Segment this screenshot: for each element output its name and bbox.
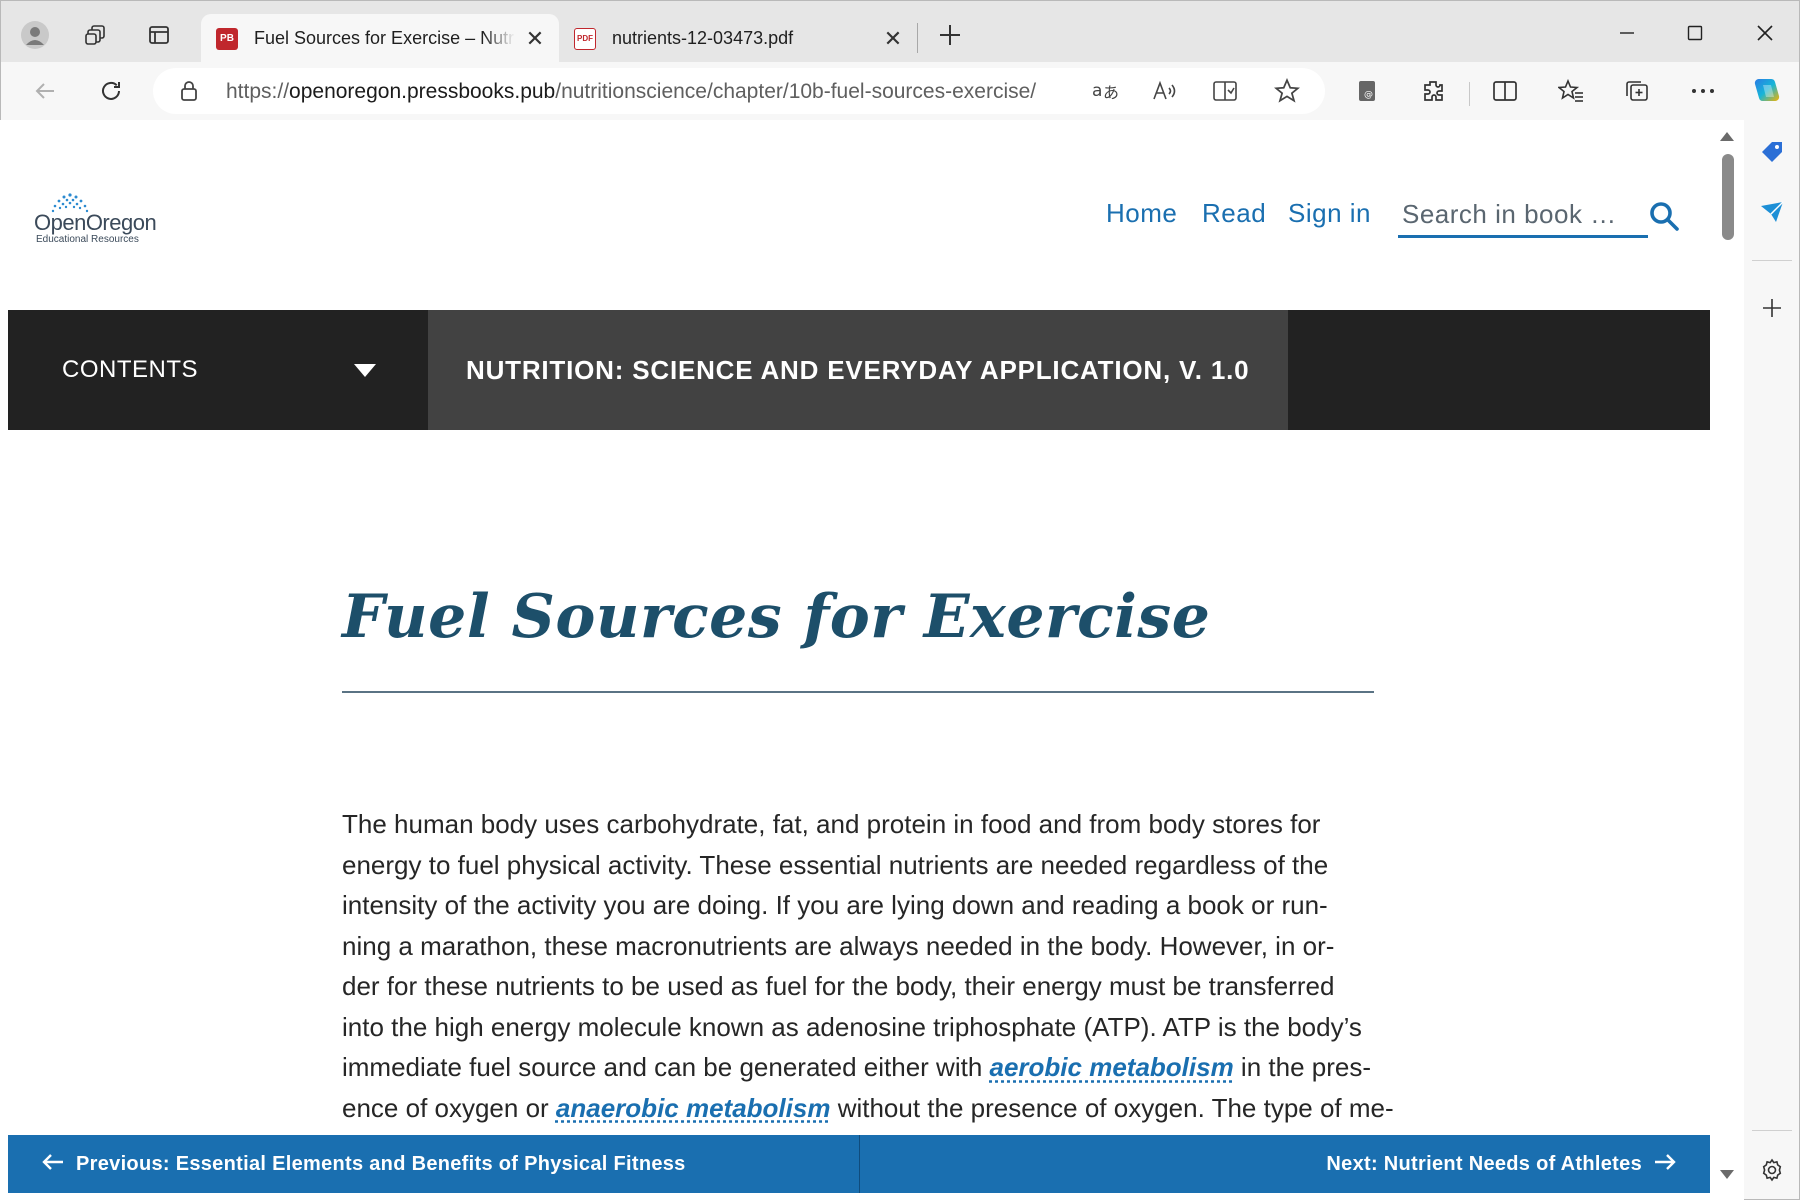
scroll-thumb[interactable] bbox=[1722, 154, 1734, 240]
back-icon[interactable] bbox=[25, 72, 65, 110]
workspaces-icon[interactable] bbox=[79, 18, 113, 52]
favorite-star-icon[interactable] bbox=[1267, 72, 1307, 110]
arrow-right-icon bbox=[1654, 1150, 1676, 1178]
profile-icon[interactable] bbox=[18, 18, 52, 52]
minimize-icon[interactable] bbox=[1597, 15, 1657, 51]
body-line: intensity of the activity you are doing.… bbox=[342, 890, 1328, 920]
vertical-tabs-icon[interactable] bbox=[142, 18, 176, 52]
browser-tab-bar: PB Fuel Sources for Exercise – Nutrition… bbox=[0, 0, 1800, 63]
read-aloud-icon[interactable] bbox=[1145, 72, 1185, 110]
edge-sidebar bbox=[1744, 120, 1800, 1200]
chapter-title: Fuel Sources for Exercise bbox=[342, 582, 1211, 652]
svg-text:a: a bbox=[1092, 81, 1102, 101]
page-viewport: OpenOregon Educational Resources Home Re… bbox=[8, 120, 1710, 1198]
book-title: NUTRITION: SCIENCE AND EVERYDAY APPLICAT… bbox=[466, 354, 1250, 385]
more-menu-icon[interactable] bbox=[1683, 72, 1723, 110]
nav-read-link[interactable]: Read bbox=[1202, 198, 1266, 229]
search-input[interactable] bbox=[1402, 194, 1632, 234]
toolbar-divider bbox=[1469, 82, 1470, 106]
lock-icon[interactable] bbox=[179, 80, 199, 107]
pdf-favicon-icon: PDF bbox=[574, 27, 596, 50]
translate-icon[interactable]: aあ bbox=[1085, 72, 1125, 110]
rail-divider bbox=[1752, 260, 1792, 261]
scroll-up-arrow-icon[interactable] bbox=[1720, 132, 1734, 141]
refresh-icon[interactable] bbox=[91, 72, 131, 110]
arrow-left-icon bbox=[42, 1150, 64, 1178]
collections-icon[interactable] bbox=[1617, 72, 1657, 110]
tab-separator bbox=[917, 23, 918, 53]
shopping-tag-icon[interactable] bbox=[1754, 134, 1790, 170]
tab-pdf[interactable]: PDF nutrients-12-03473.pdf ✕ bbox=[559, 14, 917, 63]
chevron-down-icon bbox=[354, 364, 376, 377]
rail-divider bbox=[1752, 1130, 1792, 1131]
immersive-reader-icon[interactable] bbox=[1205, 72, 1245, 110]
body-line: into the high energy molecule known as a… bbox=[342, 1011, 1362, 1042]
body-line: ence of oxygen or anaerobic metabolism w… bbox=[342, 1092, 1394, 1123]
svg-text:@: @ bbox=[1364, 90, 1373, 100]
contents-toggle-button[interactable]: CONTENTS bbox=[8, 310, 428, 430]
previous-chapter-link[interactable]: Previous: Essential Elements and Benefit… bbox=[30, 1135, 686, 1193]
extensions-icon[interactable] bbox=[1413, 72, 1453, 110]
page-scrollbar[interactable] bbox=[1710, 120, 1744, 1198]
nav-divider bbox=[859, 1135, 860, 1193]
title-divider bbox=[342, 691, 1374, 693]
chapter-navigation: Previous: Essential Elements and Benefit… bbox=[8, 1135, 1710, 1193]
body-line: ning a marathon, these macronutrients ar… bbox=[342, 930, 1335, 961]
body-line: The human body uses carbohydrate, fat, a… bbox=[342, 809, 1321, 839]
next-chapter-link[interactable]: Next: Nutrient Needs of Athletes bbox=[1326, 1135, 1688, 1193]
nav-sign-in-link[interactable]: Sign in bbox=[1288, 198, 1371, 229]
scroll-down-arrow-icon[interactable] bbox=[1720, 1170, 1734, 1179]
anaerobic-metabolism-link[interactable]: anaerobic metabolism bbox=[556, 1093, 831, 1123]
chapter-body: The human body uses carbohydrate, fat, a… bbox=[342, 804, 1394, 1128]
pressbooks-favicon-icon: PB bbox=[216, 27, 238, 50]
url-text: https://openoregon.pressbooks.pub/nutrit… bbox=[226, 80, 1037, 103]
split-screen-icon[interactable] bbox=[1485, 72, 1525, 110]
tab-title: nutrients-12-03473.pdf bbox=[612, 28, 794, 48]
contents-label: CONTENTS bbox=[62, 356, 198, 383]
close-tab-icon[interactable]: ✕ bbox=[881, 26, 905, 51]
aerobic-metabolism-link[interactable]: aerobic metabolism bbox=[990, 1052, 1234, 1082]
new-tab-icon[interactable] bbox=[933, 18, 967, 52]
book-search bbox=[1398, 192, 1648, 238]
close-tab-icon[interactable]: ✕ bbox=[523, 26, 547, 51]
openoregon-logo[interactable]: OpenOregon Educational Resources bbox=[34, 192, 164, 245]
body-line: energy to fuel physical activity. These … bbox=[342, 849, 1329, 880]
browser-toolbar: https://openoregon.pressbooks.pub/nutrit… bbox=[0, 62, 1800, 120]
close-window-icon[interactable] bbox=[1735, 15, 1795, 51]
favorites-icon[interactable] bbox=[1551, 72, 1591, 110]
maximize-icon[interactable] bbox=[1665, 15, 1725, 51]
address-bar[interactable]: https://openoregon.pressbooks.pub/nutrit… bbox=[153, 68, 1325, 114]
search-icon[interactable] bbox=[1644, 196, 1684, 236]
tab-fuel-sources[interactable]: PB Fuel Sources for Exercise – Nutrition… bbox=[201, 14, 559, 63]
nav-home-link[interactable]: Home bbox=[1106, 198, 1177, 229]
add-sidebar-app-icon[interactable] bbox=[1754, 290, 1790, 326]
book-header-bar: CONTENTS NUTRITION: SCIENCE AND EVERYDAY… bbox=[8, 310, 1710, 430]
svg-text:あ: あ bbox=[1103, 83, 1118, 102]
book-title-link[interactable]: NUTRITION: SCIENCE AND EVERYDAY APPLICAT… bbox=[428, 310, 1288, 430]
logo-wordmark: OpenOregon bbox=[34, 210, 157, 235]
sidebar-settings-gear-icon[interactable] bbox=[1754, 1152, 1790, 1188]
previous-chapter-label: Previous: Essential Elements and Benefit… bbox=[76, 1152, 686, 1175]
tab-title: Fuel Sources for Exercise – Nutrition: S… bbox=[254, 28, 515, 48]
body-line: immediate fuel source and can be generat… bbox=[342, 1052, 1371, 1082]
citation-extension-icon[interactable]: @ bbox=[1347, 72, 1387, 110]
logo-subtitle: Educational Resources bbox=[36, 234, 139, 245]
body-line: der for these nutrients to be used as fu… bbox=[342, 971, 1335, 1001]
next-chapter-label: Next: Nutrient Needs of Athletes bbox=[1326, 1152, 1642, 1175]
telegram-send-icon[interactable] bbox=[1754, 194, 1790, 230]
copilot-icon[interactable] bbox=[1747, 72, 1787, 110]
